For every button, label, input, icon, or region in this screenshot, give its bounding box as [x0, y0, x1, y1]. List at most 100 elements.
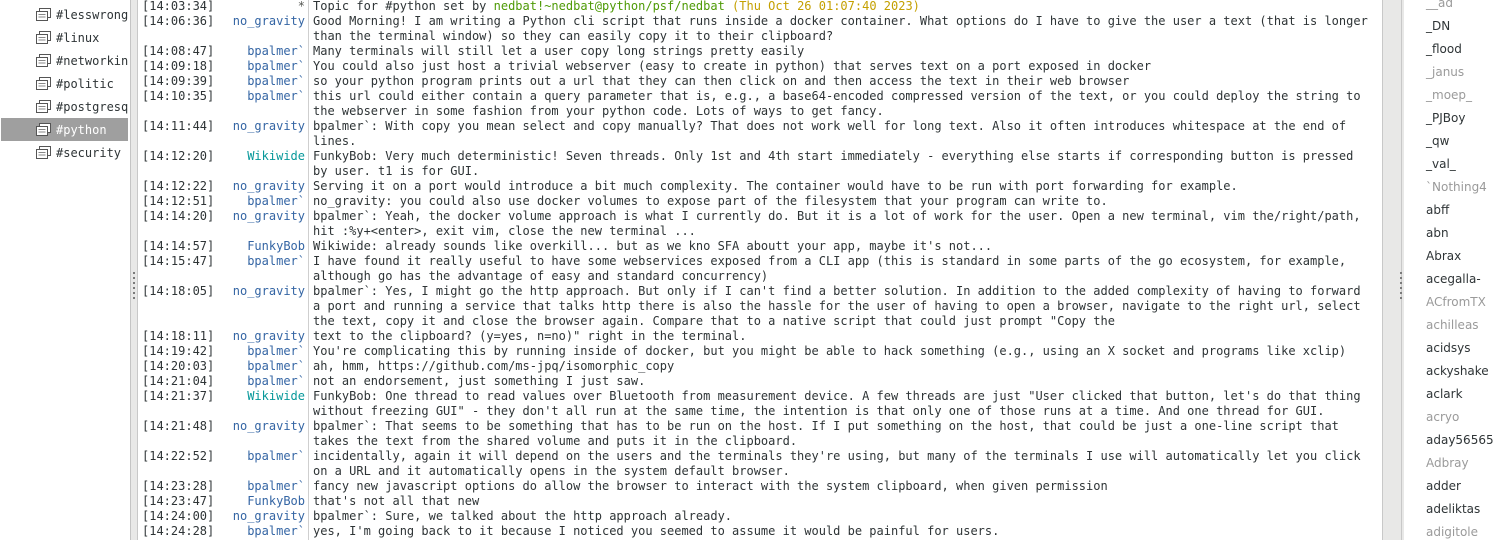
channel-label: #lesswrong: [56, 7, 128, 22]
channel-label: #linux: [56, 30, 100, 45]
user-list-item[interactable]: acidsys: [1426, 337, 1471, 360]
message-nick[interactable]: no_gravity: [202, 119, 305, 134]
message-text-part: [725, 0, 732, 13]
user-list-item[interactable]: adeliktas: [1426, 498, 1480, 521]
user-list-item[interactable]: _PJBoy: [1426, 107, 1465, 130]
chat-scrollbar[interactable]: [1385, 0, 1402, 540]
separator-grip-icon[interactable]: [1400, 272, 1402, 306]
message-text: Serving it on a port would introduce a b…: [313, 179, 1238, 193]
user-list-item[interactable]: _val_: [1426, 153, 1456, 176]
message-text: bpalmer`: Sure, we talked about the http…: [313, 509, 733, 523]
user-list-item[interactable]: Abrax: [1426, 245, 1461, 268]
message-nick[interactable]: bpalmer`: [202, 359, 305, 374]
channel-icon: [36, 7, 51, 22]
user-list-item[interactable]: __ad: [1426, 0, 1453, 15]
channel-item-security[interactable]: #security: [1, 141, 128, 164]
channel-label: #security: [56, 145, 122, 160]
user-list-item[interactable]: `Nothing4: [1426, 176, 1487, 199]
channel-icon: [36, 30, 51, 45]
message-nick[interactable]: no_gravity: [202, 329, 305, 344]
user-list-item[interactable]: achilleas: [1426, 314, 1479, 337]
channel-item-python[interactable]: #python: [1, 118, 128, 141]
user-list-item[interactable]: _flood: [1426, 38, 1462, 61]
message-text-part: Topic for #python set by: [313, 0, 494, 13]
message-nick[interactable]: bpalmer`: [202, 194, 305, 209]
user-list-item[interactable]: abn: [1426, 222, 1449, 245]
channel-item-lesswrong[interactable]: #lesswrong: [1, 3, 128, 26]
message-nick[interactable]: no_gravity: [202, 209, 305, 224]
message-nick[interactable]: FunkyBob: [202, 494, 305, 509]
message-text-part[interactable]: (Thu Oct 26 01:07:40 2023): [732, 0, 920, 13]
user-list-item[interactable]: adigitole: [1426, 521, 1478, 540]
user-list-item[interactable]: acegalla-: [1426, 268, 1481, 291]
channel-item-networking[interactable]: #networking: [1, 49, 128, 72]
message-text: Many terminals will still let a user cop…: [313, 44, 805, 58]
chat-text-area[interactable]: [14:03:34] * Topic for #python set by nedb…: [137, 0, 1383, 540]
message-text: I have found it really useful to have so…: [313, 254, 1354, 283]
message-text: FunkyBob: Very much deterministic! Seven…: [313, 149, 1361, 178]
user-list-item[interactable]: aclark: [1426, 383, 1463, 406]
channel-tree[interactable]: #lesswrong #linux #networking #politic #post…: [0, 0, 131, 540]
message-nick[interactable]: *: [202, 0, 305, 14]
message-text: Good Morning! I am writing a Python cli …: [313, 14, 1376, 43]
user-list-item[interactable]: _DN: [1426, 15, 1450, 38]
message-text: bpalmer`: That seems to be something tha…: [313, 419, 1347, 448]
message-nick[interactable]: bpalmer`: [202, 74, 305, 89]
user-list-item[interactable]: _qw: [1426, 130, 1449, 153]
channel-item-linux[interactable]: #linux: [1, 26, 128, 49]
user-list-item[interactable]: acryo: [1426, 406, 1459, 429]
channel-label: #politic: [56, 76, 114, 91]
message-nick[interactable]: bpalmer`: [202, 374, 305, 389]
message-text: Wikiwide: already sounds like overkill..…: [313, 239, 993, 253]
message-nick[interactable]: Wikiwide: [202, 149, 305, 164]
message-text-part[interactable]: nedbat!~nedbat@python/psf/nedbat: [494, 0, 725, 13]
message-nick[interactable]: bpalmer`: [202, 44, 305, 59]
message-text: that's not all that new: [313, 494, 480, 508]
channel-icon: [36, 145, 51, 160]
channel-label: #postgresql: [56, 99, 128, 114]
user-list-item[interactable]: adder: [1426, 475, 1461, 498]
message-text: fancy new javascript options do allow th…: [313, 479, 1108, 493]
message-text: yes, I'm going back to it because I noti…: [313, 524, 1000, 538]
message-text: You could also just host a trivial webse…: [313, 59, 1152, 73]
message-nick[interactable]: bpalmer`: [202, 254, 305, 269]
message-nick[interactable]: no_gravity: [202, 14, 305, 29]
channel-label: #python: [56, 122, 107, 137]
user-list-item[interactable]: ACfromTX: [1426, 291, 1486, 314]
message-nick[interactable]: no_gravity: [202, 284, 305, 299]
channel-icon: [36, 99, 51, 114]
user-list-item[interactable]: _janus: [1426, 61, 1464, 84]
channel-item-postgresql[interactable]: #postgresql: [1, 95, 128, 118]
message-text: text to the clipboard? (y=yes, n=no)" ri…: [313, 329, 747, 343]
message-nick[interactable]: bpalmer`: [202, 449, 305, 464]
message-nick[interactable]: bpalmer`: [202, 524, 305, 539]
user-list-item[interactable]: _moep_: [1426, 84, 1472, 107]
message-text: incidentally, again it will depend on th…: [313, 449, 1368, 478]
channel-icon: [36, 122, 51, 137]
channel-item-politic[interactable]: #politic: [1, 72, 128, 95]
channel-icon: [36, 76, 51, 91]
channel-label: #networking: [56, 53, 128, 68]
message-nick[interactable]: no_gravity: [202, 179, 305, 194]
separator-grip-icon[interactable]: [133, 272, 135, 306]
message-nick[interactable]: no_gravity: [202, 509, 305, 524]
message-nick[interactable]: bpalmer`: [202, 59, 305, 74]
user-list-item[interactable]: ackyshake: [1426, 360, 1489, 383]
channel-icon: [36, 53, 51, 68]
message-text: so your python program prints out a url …: [313, 74, 1130, 88]
message-text: ah, hmm, https://github.com/ms-jpq/isomo…: [313, 359, 675, 373]
message-nick[interactable]: bpalmer`: [202, 479, 305, 494]
message-text: this url could either contain a query pa…: [313, 89, 1368, 118]
message-text: You're complicating this by running insi…: [313, 344, 1347, 358]
user-list-item[interactable]: Adbray: [1426, 452, 1469, 475]
message-nick[interactable]: bpalmer`: [202, 344, 305, 359]
user-list-item[interactable]: abff: [1426, 199, 1449, 222]
message-nick[interactable]: no_gravity: [202, 419, 305, 434]
message-text: not an endorsement, just something I jus…: [313, 374, 646, 388]
message-nick[interactable]: FunkyBob: [202, 239, 305, 254]
message-text: bpalmer`: Yeah, the docker volume approa…: [313, 209, 1368, 238]
user-list[interactable]: __ad _DN _flood _janus _moep_ _PJBoy _qw _val_ `…: [1404, 0, 1504, 540]
message-nick[interactable]: bpalmer`: [202, 89, 305, 104]
message-nick[interactable]: Wikiwide: [202, 389, 305, 404]
user-list-item[interactable]: aday56565: [1426, 429, 1494, 452]
